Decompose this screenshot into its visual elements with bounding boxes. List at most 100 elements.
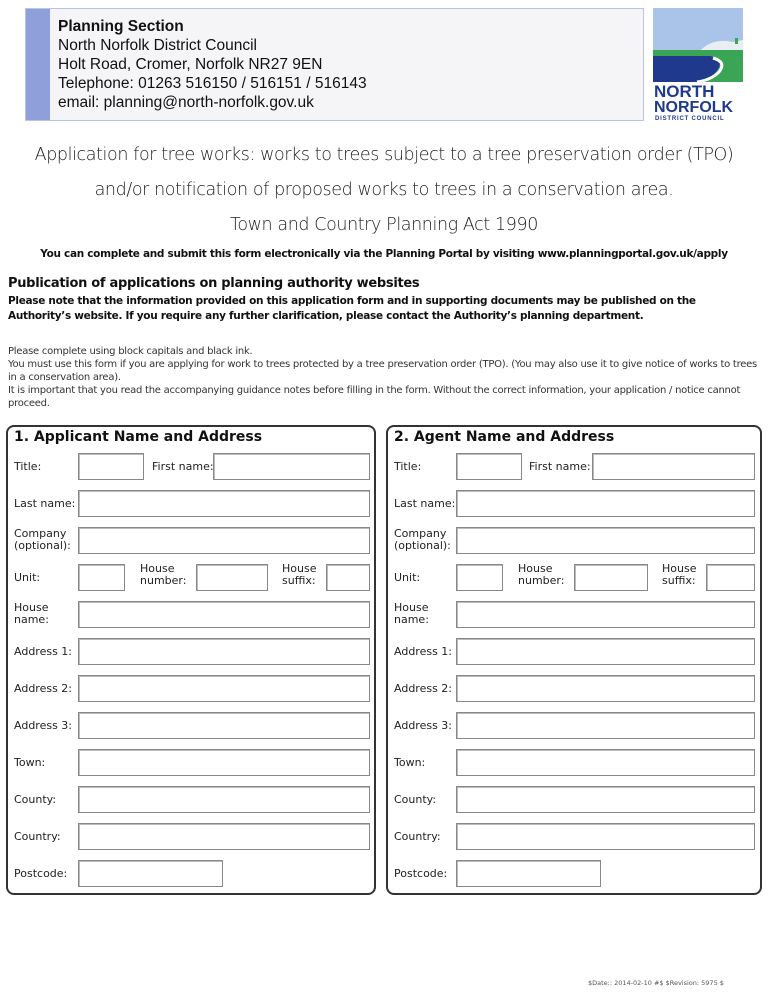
applicant-town-label: Town: xyxy=(14,756,46,769)
instruction-line: You must use this form if you are applyi… xyxy=(8,359,757,383)
agent-address3-field[interactable] xyxy=(456,712,755,739)
agent-last-name-field[interactable] xyxy=(456,490,755,517)
applicant-house-number-field[interactable] xyxy=(196,564,268,591)
applicant-house-suffix-label: House suffix: xyxy=(282,562,317,587)
applicant-house-number-input[interactable] xyxy=(197,565,267,590)
agent-house-name-field[interactable] xyxy=(456,601,755,628)
applicant-title-label: Title: xyxy=(14,460,42,473)
agent-town-label: Town: xyxy=(394,756,426,769)
agent-country-field[interactable] xyxy=(456,823,755,850)
applicant-county-input[interactable] xyxy=(79,787,369,812)
form-title-line-1: Application for tree works: works to tre… xyxy=(34,145,734,165)
applicant-last-name-input[interactable] xyxy=(79,491,369,516)
applicant-title-field[interactable] xyxy=(78,453,144,480)
agent-last-name-input[interactable] xyxy=(457,491,754,516)
agent-company-field[interactable] xyxy=(456,527,755,554)
agent-house-number-input[interactable] xyxy=(575,565,647,590)
agent-postcode-input[interactable] xyxy=(457,861,600,886)
agent-county-field[interactable] xyxy=(456,786,755,813)
agent-panel: 2. Agent Name and Address Title: First n… xyxy=(386,425,762,895)
agent-first-name-label: First name: xyxy=(529,460,591,473)
instruction-line: Please complete using block capitals and… xyxy=(8,346,253,357)
agent-address1-field[interactable] xyxy=(456,638,755,665)
applicant-country-label: Country: xyxy=(14,830,61,843)
applicant-last-name-label: Last name: xyxy=(14,497,76,510)
agent-county-input[interactable] xyxy=(457,787,754,812)
contact-box: Planning Section North Norfolk District … xyxy=(25,8,644,121)
agent-address3-input[interactable] xyxy=(457,713,754,738)
agent-postcode-field[interactable] xyxy=(456,860,601,887)
contact-stripe xyxy=(26,9,50,120)
applicant-last-name-field[interactable] xyxy=(78,490,370,517)
applicant-title-input[interactable] xyxy=(79,454,143,479)
agent-house-suffix-input[interactable] xyxy=(707,565,754,590)
agent-address2-label: Address 2: xyxy=(394,682,453,695)
agent-county-label: County: xyxy=(394,793,437,806)
applicant-first-name-input[interactable] xyxy=(214,454,369,479)
applicant-county-label: County: xyxy=(14,793,57,806)
applicant-unit-field[interactable] xyxy=(78,564,125,591)
agent-country-input[interactable] xyxy=(457,824,754,849)
agent-house-suffix-field[interactable] xyxy=(706,564,755,591)
applicant-county-field[interactable] xyxy=(78,786,370,813)
agent-company-input[interactable] xyxy=(457,528,754,553)
applicant-company-input[interactable] xyxy=(79,528,369,553)
applicant-address1-input[interactable] xyxy=(79,639,369,664)
agent-house-number-label: House number: xyxy=(518,562,565,587)
agent-address1-input[interactable] xyxy=(457,639,754,664)
agent-company-label: Company (optional): xyxy=(394,527,451,552)
applicant-address1-field[interactable] xyxy=(78,638,370,665)
applicant-company-field[interactable] xyxy=(78,527,370,554)
section-name: Planning Section xyxy=(58,18,184,35)
applicant-panel: 1. Applicant Name and Address Title: Fir… xyxy=(6,425,376,895)
agent-address2-input[interactable] xyxy=(457,676,754,701)
agent-town-input[interactable] xyxy=(457,750,754,775)
planning-portal-note: You can complete and submit this form el… xyxy=(40,248,728,260)
applicant-postcode-field[interactable] xyxy=(78,860,223,887)
agent-unit-input[interactable] xyxy=(457,565,502,590)
applicant-address3-field[interactable] xyxy=(78,712,370,739)
agent-house-number-field[interactable] xyxy=(574,564,648,591)
council-name: North Norfolk District Council xyxy=(58,37,257,54)
agent-house-name-input[interactable] xyxy=(457,602,754,627)
applicant-address2-field[interactable] xyxy=(78,675,370,702)
agent-title-input[interactable] xyxy=(457,454,521,479)
applicant-unit-input[interactable] xyxy=(79,565,124,590)
applicant-first-name-field[interactable] xyxy=(213,453,370,480)
agent-address3-label: Address 3: xyxy=(394,719,453,732)
agent-house-name-label: House name: xyxy=(394,601,429,626)
agent-first-name-field[interactable] xyxy=(592,453,755,480)
applicant-address3-label: Address 3: xyxy=(14,719,73,732)
agent-heading: 2. Agent Name and Address xyxy=(394,429,615,445)
applicant-town-field[interactable] xyxy=(78,749,370,776)
agent-address1-label: Address 1: xyxy=(394,645,453,658)
logo-text-district: DISTRICT COUNCIL xyxy=(655,116,724,121)
applicant-postcode-label: Postcode: xyxy=(14,867,68,880)
applicant-house-number-label: House number: xyxy=(140,562,187,587)
council-address: Holt Road, Cromer, Norfolk NR27 9EN xyxy=(58,56,323,73)
applicant-postcode-input[interactable] xyxy=(79,861,222,886)
applicant-house-name-input[interactable] xyxy=(79,602,369,627)
agent-title-field[interactable] xyxy=(456,453,522,480)
agent-last-name-label: Last name: xyxy=(394,497,456,510)
council-telephone: Telephone: 01263 516150 / 516151 / 51614… xyxy=(58,75,367,92)
applicant-town-input[interactable] xyxy=(79,750,369,775)
applicant-address2-input[interactable] xyxy=(79,676,369,701)
instruction-line: It is important that you read the accomp… xyxy=(8,385,741,409)
applicant-first-name-label: First name: xyxy=(152,460,214,473)
agent-town-field[interactable] xyxy=(456,749,755,776)
agent-unit-field[interactable] xyxy=(456,564,503,591)
applicant-heading: 1. Applicant Name and Address xyxy=(14,429,263,445)
applicant-country-input[interactable] xyxy=(79,824,369,849)
agent-first-name-input[interactable] xyxy=(593,454,754,479)
applicant-unit-label: Unit: xyxy=(14,571,41,584)
agent-address2-field[interactable] xyxy=(456,675,755,702)
applicant-address3-input[interactable] xyxy=(79,713,369,738)
applicant-address2-label: Address 2: xyxy=(14,682,73,695)
council-email: email: planning@north-norfolk.gov.uk xyxy=(58,94,314,111)
revision-footer: $Date:: 2014-02-10 #$ $Revision: 5975 $ xyxy=(588,979,724,987)
applicant-house-suffix-field[interactable] xyxy=(326,564,370,591)
applicant-country-field[interactable] xyxy=(78,823,370,850)
applicant-house-name-field[interactable] xyxy=(78,601,370,628)
applicant-house-suffix-input[interactable] xyxy=(327,565,369,590)
